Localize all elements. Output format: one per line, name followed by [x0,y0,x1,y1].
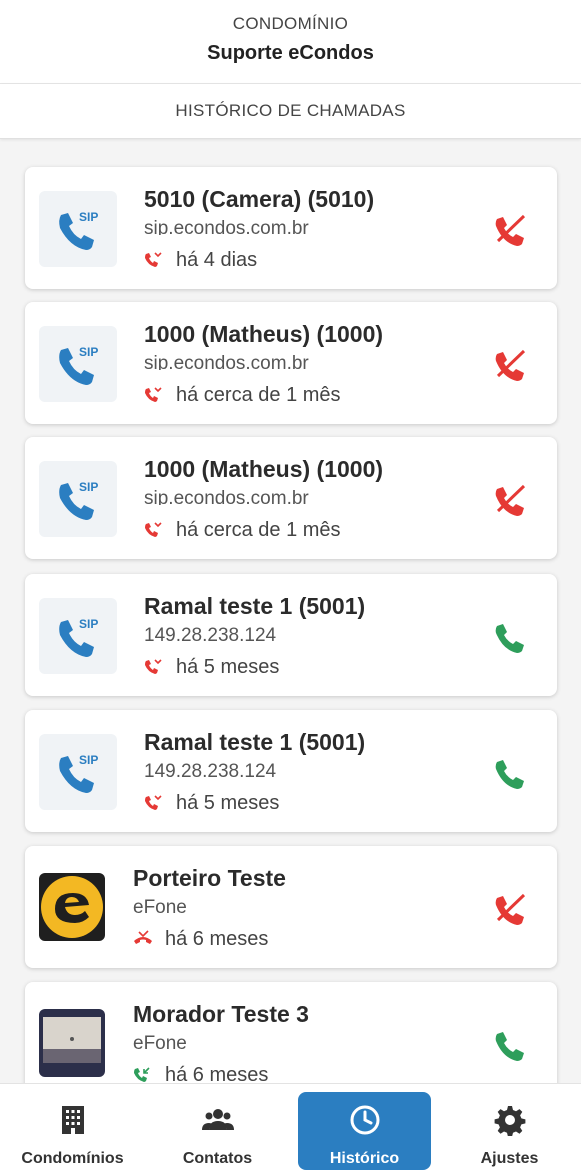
caller-name: Porteiro Teste [133,865,286,891]
rejected-call-small-icon [134,930,152,944]
missed-call-icon[interactable] [493,890,529,926]
nav-label: Ajustes [480,1150,539,1167]
call-history-tab[interactable]: HISTÓRICO DE CHAMADAS [0,84,581,139]
missed-call-small-icon [145,795,162,810]
incoming-call-small-icon [134,1067,150,1082]
user-photo [39,1009,105,1077]
contacts-icon [201,1109,234,1130]
phone-call-icon[interactable] [493,618,529,654]
missed-call-small-icon [145,387,162,402]
caller-host: eFone [133,1033,187,1050]
clock-icon [350,1105,379,1135]
caller-host: 149.28.238.124 [144,625,277,642]
call-item[interactable]: SIP Ramal teste 1 (5001) 149.28.238.124 … [25,574,557,696]
call-item[interactable]: SIP 5010 (Camera) (5010) sip.econdos.com… [25,167,557,289]
tab-label: HISTÓRICO DE CHAMADAS [175,101,406,120]
nav-label: Histórico [329,1150,400,1167]
nav-contatos[interactable]: Contatos [151,1092,284,1170]
header-subtitle: CONDOMÍNIO [232,14,349,33]
phone-call-icon[interactable] [493,1026,529,1062]
svg-text:SIP: SIP [79,617,98,631]
sip-icon: SIP [39,461,117,537]
caller-host: 149.28.238.124 [144,761,277,778]
sip-icon: SIP [39,598,117,674]
call-time: há cerca de 1 mês [176,519,341,541]
nav-label: Condomínios [21,1150,124,1167]
call-item[interactable]: Porteiro Teste eFone há 6 meses [25,846,557,968]
sip-icon: SIP [39,191,117,267]
phone-call-icon[interactable] [493,754,529,790]
missed-call-icon[interactable] [493,346,529,382]
svg-text:SIP: SIP [79,345,98,359]
caller-name: Ramal teste 1 (5001) [144,729,366,755]
building-icon [61,1106,84,1134]
missed-call-icon[interactable] [493,211,529,247]
caller-host: sip.econdos.com.br [144,218,309,235]
call-time: há 5 meses [176,656,280,678]
missed-call-icon[interactable] [493,481,529,517]
missed-call-small-icon [145,659,162,674]
svg-text:SIP: SIP [79,480,98,494]
header-title[interactable]: Suporte eCondos [0,42,581,65]
caller-name: 1000 (Matheus) (1000) [144,456,384,482]
missed-call-small-icon [145,522,162,537]
bottom-navigation: Condomínios Contatos Histórico Ajustes [0,1083,581,1174]
caller-host: sip.econdos.com.br [144,488,309,505]
caller-name: 1000 (Matheus) (1000) [144,321,384,347]
nav-historico[interactable]: Histórico [298,1092,431,1170]
sip-icon: SIP [39,326,117,402]
call-item[interactable]: SIP Ramal teste 1 (5001) 149.28.238.124 … [25,710,557,832]
missed-call-small-icon [145,252,162,267]
caller-host: eFone [133,897,187,914]
call-item[interactable]: Morador Teste 3 eFone há 6 meses [25,982,557,1083]
call-time: há 6 meses [165,928,269,950]
call-time: há 4 dias [176,249,258,271]
nav-label: Contatos [182,1150,253,1167]
svg-text:SIP: SIP [79,753,98,767]
caller-host: sip.econdos.com.br [144,353,309,370]
svg-text:SIP: SIP [79,210,98,224]
app-header: CONDOMÍNIO Suporte eCondos [0,0,581,84]
nav-ajustes[interactable]: Ajustes [443,1092,576,1170]
sip-icon: SIP [39,734,117,810]
call-time: há 6 meses [165,1064,269,1083]
gear-icon [494,1106,525,1136]
call-time: há 5 meses [176,792,280,814]
caller-name: 5010 (Camera) (5010) [144,186,375,212]
call-item[interactable]: SIP 1000 (Matheus) (1000) sip.econdos.co… [25,437,557,559]
efone-logo [39,873,105,941]
call-time: há cerca de 1 mês [176,384,341,406]
caller-name: Morador Teste 3 [133,1001,309,1027]
call-item[interactable]: SIP 1000 (Matheus) (1000) sip.econdos.co… [25,302,557,424]
nav-condominios[interactable]: Condomínios [6,1092,139,1170]
call-history-list[interactable]: SIP 5010 (Camera) (5010) sip.econdos.com… [0,139,581,1083]
caller-name: Ramal teste 1 (5001) [144,593,366,619]
